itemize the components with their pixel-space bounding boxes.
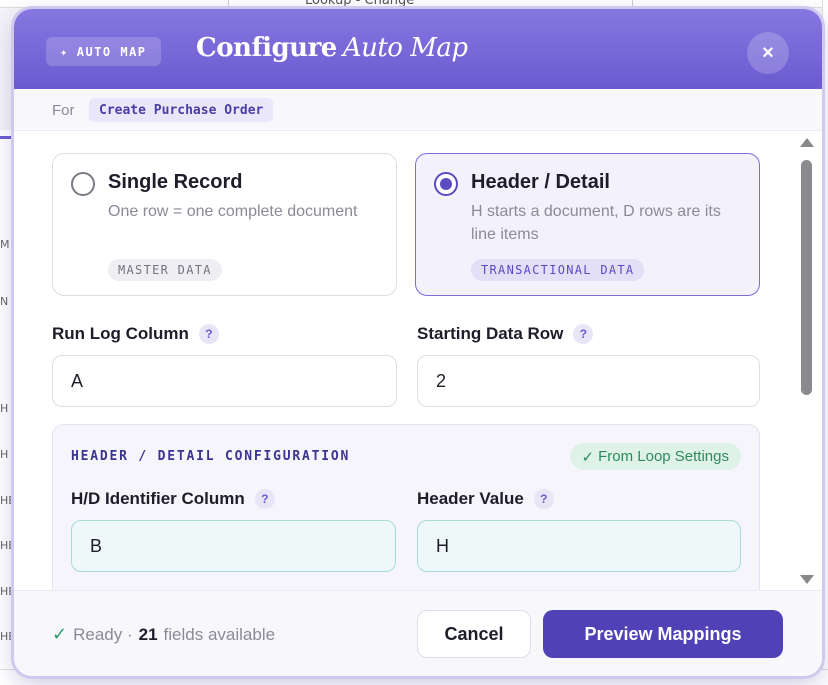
header-value-label-text: Header Value [417,489,524,508]
sparkle-icon: ✦ [60,44,69,59]
run-log-column-label-text: Run Log Column [52,324,189,343]
config-section-title: HEADER / DETAIL CONFIGURATION [71,449,351,464]
auto-map-tag: ✦ AUTO MAP [46,37,161,66]
background-top-text: Lookup - Change [305,0,415,8]
starting-data-row-label: Starting Data Row ? [417,324,594,344]
identifier-column-label: H/D Identifier Column ? [71,489,275,509]
background-cell: M [0,238,10,251]
mode-title: Single Record [108,171,243,193]
mode-badge: MASTER DATA [108,259,222,281]
close-icon: × [762,41,774,64]
loop-settings-badge-label: From Loop Settings [598,448,729,465]
header-detail-radio[interactable] [434,172,458,196]
header-value-label: Header Value ? [417,489,554,509]
dialog-body: Single Record One row = one complete doc… [14,132,822,590]
help-icon[interactable]: ? [533,489,554,509]
status-prefix: Ready · [73,624,133,644]
dialog-footer: ✓ Ready · 21 fields available Cancel Pre… [14,590,822,676]
mode-card-header-detail[interactable]: Header / Detail H starts a document, D r… [415,153,760,296]
header-value-input[interactable] [417,520,741,572]
identifier-column-label-text: H/D Identifier Column [71,489,245,508]
help-icon[interactable]: ? [254,489,275,509]
header-detail-config-panel: HEADER / DETAIL CONFIGURATION ✓ From Loo… [52,424,760,590]
mode-description: H starts a document, D rows are its line… [471,203,721,243]
for-label: For [52,102,75,119]
starting-data-row-label-text: Starting Data Row [417,324,564,343]
background-cell: HE [0,585,16,598]
dialog-title-italic: Auto Map [342,33,468,63]
background-cell: HE [0,494,16,507]
transaction-chip: Create Purchase Order [89,98,274,122]
background-cell: H [0,402,9,415]
identifier-column-input[interactable] [71,520,396,572]
preview-mappings-button[interactable]: Preview Mappings [543,610,783,658]
background-cell: H [0,448,9,461]
scroll-down-arrow-icon[interactable] [800,575,814,584]
mode-description: One row = one complete document [108,203,358,220]
mode-card-single-record[interactable]: Single Record One row = one complete doc… [52,153,397,296]
help-icon[interactable]: ? [573,324,594,344]
background-right-edge [822,0,828,685]
run-log-column-label: Run Log Column ? [52,324,219,344]
status-suffix: fields available [163,624,276,644]
close-button[interactable]: × [747,32,789,74]
auto-map-tag-label: AUTO MAP [76,44,147,59]
dialog-scrollbar[interactable] [799,132,815,590]
cancel-button[interactable]: Cancel [417,610,531,658]
dialog-header: ✦ AUTO MAP Configure Auto Map × [14,9,822,89]
dialog-title: Configure Auto Map [196,33,468,63]
background-left-column: M N H H HE HE HE HE [0,130,16,685]
check-icon: ✓ [581,448,595,466]
background-cell: HE [0,539,16,552]
mode-badge: TRANSACTIONAL DATA [471,259,645,281]
ready-status: ✓ Ready · 21 fields available [52,624,275,645]
dialog-title-main: Configure [196,33,337,63]
loop-settings-badge: ✓ From Loop Settings [569,443,741,470]
mode-title: Header / Detail [471,171,610,193]
single-record-radio[interactable] [71,172,95,196]
starting-data-row-input[interactable] [417,355,760,407]
auto-map-dialog: ✦ AUTO MAP Configure Auto Map × For Creat… [14,9,822,676]
check-icon: ✓ [52,624,68,644]
background-top-strip: Lookup - Change [0,0,828,8]
scroll-thumb[interactable] [801,160,812,395]
run-log-column-input[interactable] [52,355,397,407]
scroll-up-arrow-icon[interactable] [800,138,814,147]
background-cell: N [0,295,9,308]
help-icon[interactable]: ? [198,324,219,344]
field-count: 21 [138,624,158,644]
context-bar: For Create Purchase Order [14,89,822,131]
background-cell: HE [0,630,16,643]
